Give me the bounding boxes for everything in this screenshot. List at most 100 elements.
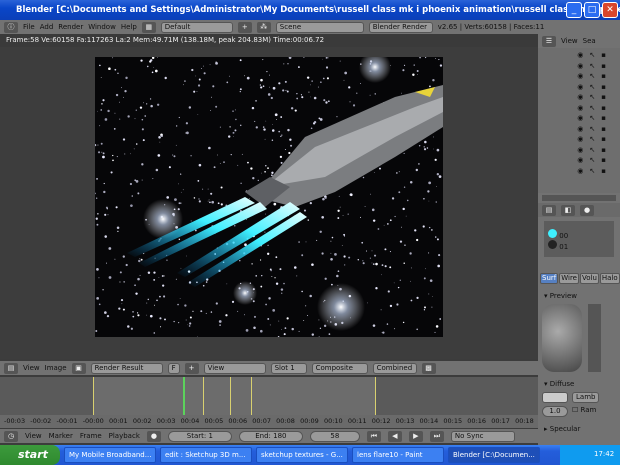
visibility-eye-icon[interactable]: ◉ (577, 83, 583, 94)
tab-wire[interactable]: Wire (559, 273, 579, 284)
render-camera-icon[interactable]: ▪ (601, 135, 606, 146)
select-cursor-icon[interactable]: ↖ (589, 93, 595, 104)
timeline-ruler[interactable]: -00:03 -00:02 -00:01 -00:00 00:01 00:02 00:03 0… (0, 415, 538, 428)
composite-select[interactable]: Composite (311, 362, 368, 374)
diffuse-color[interactable] (542, 392, 568, 403)
diffuse-shader-select[interactable]: Lamb (572, 392, 600, 403)
sync-select[interactable]: No Sync (450, 430, 515, 442)
outliner-row[interactable]: ◉ ↖ ▪ (538, 156, 620, 167)
preview-type-buttons[interactable] (588, 304, 601, 372)
outliner-view-menu[interactable]: View (561, 37, 578, 45)
render-engine-select[interactable]: Blender Render (368, 21, 433, 33)
pass-select[interactable]: Combined (372, 362, 417, 374)
record-icon[interactable]: ● (146, 430, 161, 442)
menu-playback[interactable]: Playback (109, 432, 140, 440)
taskbar-item[interactable]: sketchup textures - G... (256, 447, 348, 463)
tab-surface[interactable]: Surf (540, 273, 559, 284)
outliner-row[interactable]: ◉ ↖ ▪ (538, 114, 620, 125)
timeline-area[interactable] (0, 377, 538, 415)
visibility-eye-icon[interactable]: ◉ (577, 104, 583, 115)
diffuse-panel-header[interactable]: ▾ Diffuse (544, 380, 614, 388)
render-camera-icon[interactable]: ▪ (601, 62, 606, 73)
outliner-row[interactable]: ◉ ↖ ▪ (538, 62, 620, 73)
current-frame-field[interactable]: 58 (309, 430, 360, 442)
visibility-eye-icon[interactable]: ◉ (577, 167, 583, 178)
select-cursor-icon[interactable]: ↖ (589, 72, 595, 83)
image-name-field[interactable]: Render Result (90, 362, 163, 374)
timeline-editor-icon[interactable]: ◷ (4, 430, 18, 442)
menu-marker[interactable]: Marker (49, 432, 73, 440)
outliner-row[interactable]: ◉ ↖ ▪ (538, 146, 620, 157)
specular-panel-header[interactable]: ▸ Specular (544, 425, 614, 433)
select-cursor-icon[interactable]: ↖ (589, 146, 595, 157)
outliner-row[interactable]: ◉ ↖ ▪ (538, 72, 620, 83)
outliner-row[interactable]: ◉ ↖ ▪ (538, 83, 620, 94)
select-cursor-icon[interactable]: ↖ (589, 62, 595, 73)
material-slot[interactable]: 00 (548, 229, 610, 240)
outliner-row[interactable]: ◉ ↖ ▪ (538, 167, 620, 178)
render-camera-icon[interactable]: ▪ (601, 83, 606, 94)
start-button[interactable]: start (0, 445, 60, 465)
visibility-eye-icon[interactable]: ◉ (577, 93, 583, 104)
visibility-eye-icon[interactable]: ◉ (577, 146, 583, 157)
slot-select[interactable]: Slot 1 (270, 362, 307, 374)
menu-help[interactable]: Help (121, 23, 137, 31)
scene-select[interactable]: Scene (275, 21, 364, 33)
render-camera-icon[interactable]: ▪ (601, 146, 606, 157)
select-cursor-icon[interactable]: ↖ (589, 51, 595, 62)
outliner-row[interactable]: ◉ ↖ ▪ (538, 51, 620, 62)
tab-volume[interactable]: Volu (579, 273, 599, 284)
info-editor-icon[interactable]: ⓘ (4, 21, 18, 33)
render-camera-icon[interactable]: ▪ (601, 114, 606, 125)
layout-icon[interactable]: ▦ (141, 21, 156, 33)
outliner-search[interactable]: Sea (583, 37, 596, 45)
render-camera-icon[interactable]: ▪ (601, 104, 606, 115)
visibility-eye-icon[interactable]: ◉ (577, 72, 583, 83)
outliner-list[interactable]: ◉ ↖ ▪ ◉ ↖ ▪ ◉ ↖ ▪ ◉ ↖ ▪ ◉ ↖ ▪ ◉ ↖ ▪ ◉ ↖ ▪ ◉ ↖ ▪ ◉ ↖ ▪ ◉ ↖ ▪ ◉ ↖ ▪ ◉ ↖ ▪ (538, 48, 620, 193)
render-tab-icon[interactable]: ◧ (561, 204, 575, 216)
preview-panel-header[interactable]: ▾ Preview (544, 292, 614, 300)
render-camera-icon[interactable]: ▪ (601, 51, 606, 62)
material-slots[interactable]: 00 01 (544, 221, 614, 257)
alpha-display-icon[interactable]: ▩ (421, 362, 436, 374)
menu-add[interactable]: Add (40, 23, 54, 31)
visibility-eye-icon[interactable]: ◉ (577, 114, 583, 125)
image-browse-icon[interactable]: ▣ (71, 362, 86, 374)
menu-view[interactable]: View (25, 432, 42, 440)
outliner-row[interactable]: ◉ ↖ ▪ (538, 93, 620, 104)
taskbar-item[interactable]: edit : Sketchup 3D m... (160, 447, 252, 463)
render-camera-icon[interactable]: ▪ (601, 72, 606, 83)
diffuse-intensity-field[interactable]: 1.0 (542, 406, 568, 417)
outliner-row[interactable]: ◉ ↖ ▪ (538, 104, 620, 115)
menu-window[interactable]: Window (88, 23, 116, 31)
visibility-eye-icon[interactable]: ◉ (577, 62, 583, 73)
outliner-row[interactable]: ◉ ↖ ▪ (538, 125, 620, 136)
taskbar-item-blender[interactable]: Blender [C:\Documen... (448, 447, 540, 463)
properties-icon[interactable]: ▤ (542, 204, 556, 216)
maximize-button[interactable]: □ (584, 2, 600, 18)
select-cursor-icon[interactable]: ↖ (589, 104, 595, 115)
play-icon[interactable]: ▶ (408, 430, 423, 442)
outliner-row[interactable]: ◉ ↖ ▪ (538, 135, 620, 146)
select-cursor-icon[interactable]: ↖ (589, 83, 595, 94)
layout-select[interactable]: Default (160, 21, 233, 33)
menu-view[interactable]: View (23, 364, 40, 372)
render-camera-icon[interactable]: ▪ (601, 125, 606, 136)
select-cursor-icon[interactable]: ↖ (589, 167, 595, 178)
start-frame-field[interactable]: Start: 1 (167, 430, 232, 442)
select-cursor-icon[interactable]: ↖ (589, 156, 595, 167)
select-cursor-icon[interactable]: ↖ (589, 114, 595, 125)
material-tab-icon[interactable]: ● (580, 204, 594, 216)
outliner-icon[interactable]: ☰ (542, 35, 556, 47)
menu-file[interactable]: File (23, 23, 35, 31)
end-frame-field[interactable]: End: 180 (238, 430, 303, 442)
add-layout-icon[interactable]: + (237, 21, 252, 33)
render-camera-icon[interactable]: ▪ (601, 167, 606, 178)
current-frame-line[interactable] (183, 377, 185, 415)
new-image-icon[interactable]: + (184, 362, 199, 374)
menu-frame[interactable]: Frame (80, 432, 102, 440)
editor-type-icon[interactable]: ▤ (4, 362, 18, 374)
scene-icon[interactable]: ⁂ (256, 21, 271, 33)
material-slot[interactable]: 01 (548, 240, 610, 251)
close-button[interactable]: ✕ (602, 2, 618, 18)
